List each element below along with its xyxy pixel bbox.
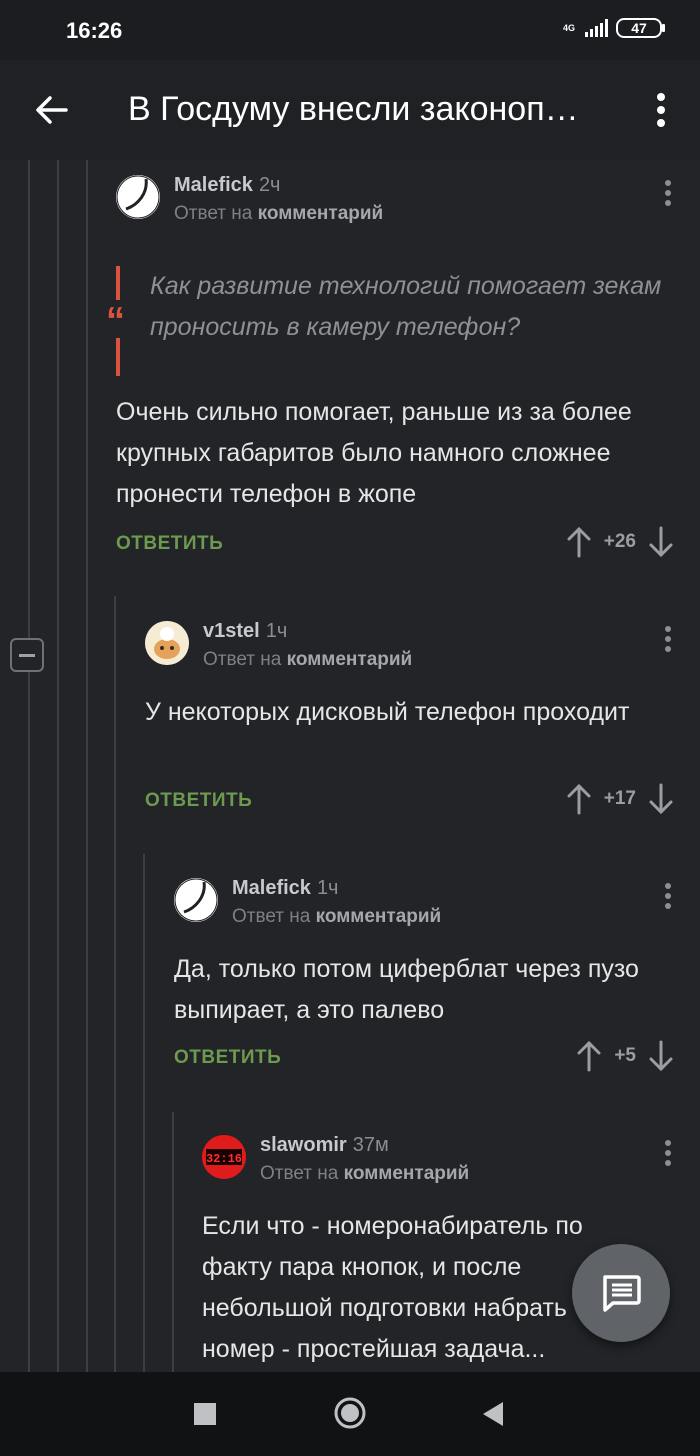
- arrow-down-icon[interactable]: [648, 783, 674, 815]
- thread-line: [86, 160, 88, 1372]
- collapse-thread-button[interactable]: [10, 638, 44, 672]
- reply-button[interactable]: ОТВЕТИТЬ: [116, 533, 223, 555]
- vote-count: +17: [603, 788, 636, 809]
- author-name[interactable]: slawomir: [260, 1134, 347, 1156]
- reply-target-link[interactable]: комментарий: [316, 906, 442, 927]
- comment-author[interactable]: slawomir 37м: [260, 1134, 389, 1157]
- vote-count: +26: [603, 531, 636, 552]
- comment-menu-button[interactable]: [662, 883, 674, 913]
- arrow-down-icon[interactable]: [648, 1040, 674, 1072]
- back-button[interactable]: [30, 88, 74, 132]
- avatar-image: [174, 878, 218, 922]
- back-nav-icon[interactable]: [482, 1401, 504, 1427]
- reply-button[interactable]: ОТВЕТИТЬ: [145, 790, 252, 812]
- more-vertical-icon: [657, 93, 665, 127]
- comment-time: 1ч: [316, 877, 339, 899]
- avatar[interactable]: 32:16: [202, 1135, 246, 1179]
- comment: Malefick 1ч Ответ на комментарий Да, толь…: [174, 863, 700, 1093]
- comment-author[interactable]: Malefick 1ч: [232, 877, 338, 900]
- comment-author[interactable]: v1stel 1ч: [203, 620, 287, 643]
- comment-menu-button[interactable]: [662, 180, 674, 210]
- author-name[interactable]: v1stel: [203, 620, 260, 642]
- quote-icon: “: [106, 300, 125, 342]
- reply-to[interactable]: Ответ на комментарий: [174, 203, 383, 225]
- arrow-up-icon[interactable]: [566, 526, 592, 558]
- avatar[interactable]: [145, 621, 189, 665]
- recent-apps-icon[interactable]: [194, 1403, 216, 1425]
- avatar-clock-text: 32:16: [206, 1152, 242, 1166]
- comment-text: Очень сильно помогает, раньше из за боле…: [116, 398, 632, 508]
- comment-menu-button[interactable]: [662, 1140, 674, 1170]
- battery-icon: 47: [616, 18, 665, 38]
- add-comment-button[interactable]: [572, 1244, 670, 1342]
- comment-icon: [603, 1275, 641, 1312]
- reply-prefix: Ответ на: [232, 906, 311, 927]
- arrow-down-icon[interactable]: [648, 526, 674, 558]
- signal-icon: [585, 19, 608, 37]
- quote-bar: [116, 266, 120, 300]
- more-options-button[interactable]: [646, 90, 676, 130]
- comment-text: У некоторых дисковый телефон проходит: [145, 698, 630, 726]
- status-indicators: 4G 47: [563, 18, 665, 38]
- comment: v1stel 1ч Ответ на комментарий У некоторы…: [145, 606, 700, 836]
- comment-time: 1ч: [265, 620, 288, 642]
- status-time: 16:26: [66, 18, 123, 43]
- author-name[interactable]: Malefick: [174, 174, 253, 196]
- comment-author[interactable]: Malefick 2ч: [174, 174, 280, 197]
- comment-menu-button[interactable]: [662, 626, 674, 656]
- app-bar: В Госдуму внесли законоп…: [0, 60, 700, 160]
- reply-prefix: Ответ на: [260, 1163, 339, 1184]
- arrow-left-icon: [36, 96, 68, 124]
- battery-level: 47: [631, 20, 647, 36]
- page-title: В Госдуму внесли законоп…: [128, 90, 579, 128]
- reply-target-link[interactable]: комментарий: [287, 649, 413, 670]
- avatar-image: [116, 175, 160, 219]
- thread-line: [57, 160, 59, 1372]
- reply-to[interactable]: Ответ на комментарий: [203, 649, 412, 671]
- home-icon[interactable]: [333, 1396, 367, 1430]
- thread-line: [28, 160, 30, 1372]
- comment-text: Да, только потом циферблат через пузо вы…: [174, 955, 639, 1024]
- arrow-up-icon[interactable]: [566, 783, 592, 815]
- vote-count: +5: [614, 1045, 636, 1066]
- network-type: 4G: [563, 22, 576, 33]
- thread-line: [143, 854, 145, 1372]
- vote-controls: +26: [566, 526, 674, 558]
- quote-bar: [116, 338, 120, 376]
- reply-button[interactable]: ОТВЕТИТЬ: [174, 1047, 281, 1069]
- comment-time: 37м: [352, 1134, 389, 1156]
- avatar[interactable]: [116, 175, 160, 219]
- comment-time: 2ч: [258, 174, 281, 196]
- reply-to[interactable]: Ответ на комментарий: [260, 1163, 469, 1185]
- vote-controls: +5: [576, 1040, 674, 1072]
- reply-target-link[interactable]: комментарий: [344, 1163, 470, 1184]
- avatar-image: 32:16: [202, 1135, 246, 1179]
- system-nav-bar: [0, 1372, 700, 1456]
- avatar[interactable]: [174, 878, 218, 922]
- comment: Malefick 2ч Ответ на комментарий “ Как ра…: [106, 160, 700, 590]
- reply-prefix: Ответ на: [203, 649, 282, 670]
- vote-controls: +17: [566, 783, 674, 815]
- thread-line: [172, 1112, 174, 1372]
- reply-prefix: Ответ на: [174, 203, 253, 224]
- thread-line: [114, 596, 116, 1372]
- author-name[interactable]: Malefick: [232, 877, 311, 899]
- reply-to[interactable]: Ответ на комментарий: [232, 906, 441, 928]
- reply-target-link[interactable]: комментарий: [258, 203, 384, 224]
- arrow-up-icon[interactable]: [576, 1040, 602, 1072]
- avatar-image: [145, 621, 189, 665]
- quote-text: Как развитие технологий помогает зекам п…: [150, 272, 662, 341]
- status-bar: 16:26 4G 47: [0, 0, 700, 60]
- comment-thread: Malefick 2ч Ответ на комментарий “ Как ра…: [0, 160, 700, 1372]
